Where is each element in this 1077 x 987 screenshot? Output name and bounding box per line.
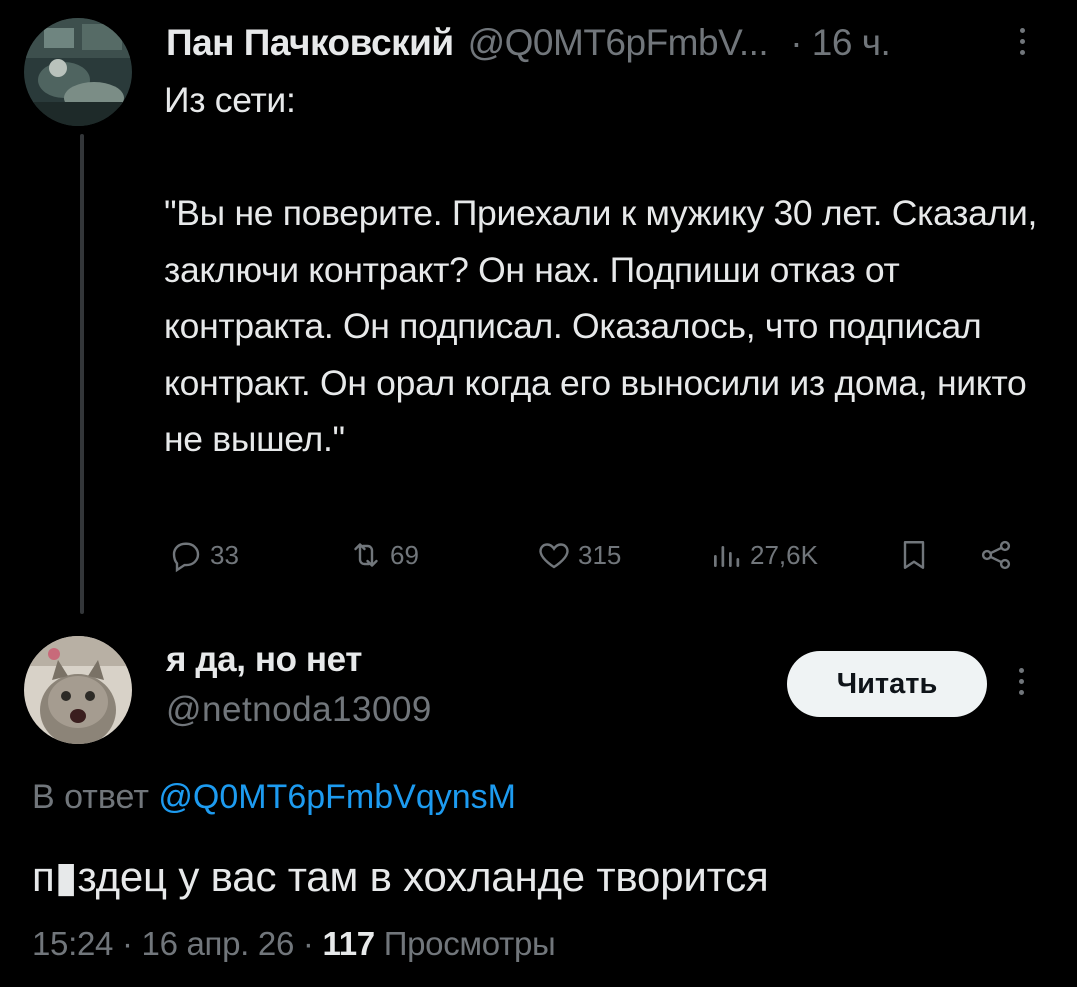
repost-button[interactable]: 69 (348, 530, 419, 580)
repost-count: 69 (390, 539, 419, 570)
reply-author-name[interactable]: я да, но нет (166, 640, 362, 680)
meta-separator: · (302, 925, 323, 962)
reply-count: 33 (210, 539, 239, 570)
reply-views-count: 117 (322, 925, 375, 962)
thread-connector (80, 134, 84, 614)
like-button[interactable]: 315 (536, 530, 621, 580)
more-icon[interactable] (1017, 28, 1027, 55)
reply-date[interactable]: 16 апр. 26 (142, 925, 295, 962)
repost-icon (354, 543, 378, 567)
author-handle[interactable]: @Q0MT6pFmbV... (468, 22, 769, 64)
meta-separator: · (121, 925, 142, 962)
tweet-time[interactable]: · 16 ч. (790, 22, 891, 64)
author-avatar[interactable] (24, 18, 132, 126)
heart-icon (539, 543, 569, 569)
reply-icon (172, 542, 200, 573)
like-count: 315 (578, 539, 622, 570)
reply-author-handle[interactable]: @netnoda13009 (166, 690, 432, 730)
views-count: 27,6K (750, 539, 818, 570)
share-icon (981, 540, 1011, 570)
tweet-actions: 33 69 315 27,6K (168, 530, 1028, 580)
reply-author-avatar[interactable] (24, 636, 132, 744)
reply-button[interactable]: 33 (168, 530, 239, 580)
reply-to-link[interactable]: @Q0MT6pFmbVqynsM (158, 778, 516, 816)
tweet-text: Из сети: "Вы не поверите. Приехали к муж… (164, 80, 1038, 459)
more-icon[interactable] (1016, 668, 1026, 695)
views-icon (714, 546, 740, 567)
follow-button[interactable]: Читать (787, 651, 987, 717)
replying-to: В ответ @Q0MT6pFmbVqynsM (32, 778, 516, 817)
reply-prefix: В ответ (32, 778, 149, 816)
views-button[interactable]: 27,6K (708, 530, 818, 580)
bookmark-icon (903, 541, 925, 569)
reply-views-label[interactable]: Просмотры (384, 925, 556, 962)
reply-meta: 15:24 · 16 апр. 26 · 117 Просмотры (32, 925, 556, 963)
tweet-header: Пан Пачковский @Q0MT6pFmbV... · 16 ч. (166, 18, 891, 68)
reply-text: п▮здец у вас там в хохланде творится (32, 853, 769, 900)
author-name[interactable]: Пан Пачковский (166, 22, 454, 64)
bookmark-button[interactable] (896, 530, 938, 580)
reply-time[interactable]: 15:24 (32, 925, 113, 962)
share-button[interactable] (978, 530, 1020, 580)
